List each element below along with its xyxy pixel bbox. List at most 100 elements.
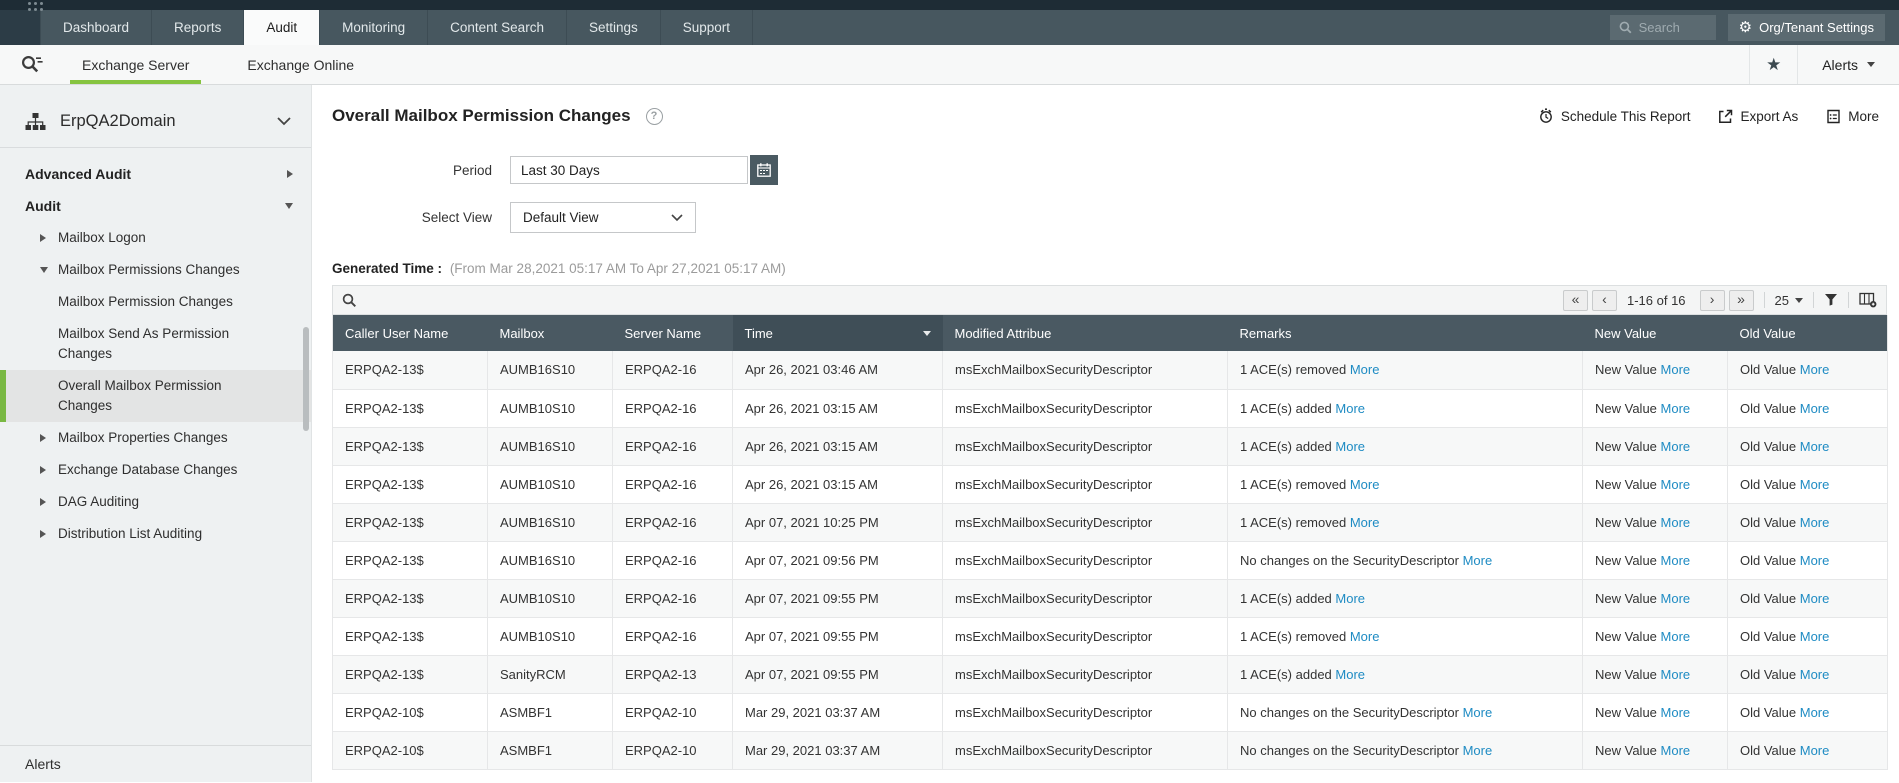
alerts-dropdown[interactable]: Alerts	[1797, 45, 1899, 84]
more-link[interactable]: More	[1800, 629, 1830, 644]
more-link[interactable]: More	[1661, 705, 1691, 720]
more-link[interactable]: More	[1800, 591, 1830, 606]
advanced-search-icon[interactable]	[20, 45, 44, 84]
column-header-modified-attribue[interactable]: Modified Attribue	[942, 315, 1228, 351]
more-link[interactable]: More	[1800, 401, 1830, 416]
more-link[interactable]: More	[1800, 705, 1830, 720]
more-link[interactable]: More	[1800, 439, 1830, 454]
apps-waffle-icon[interactable]	[28, 2, 46, 14]
sidebar-item-audit[interactable]: Audit	[0, 190, 311, 222]
cell-caller-user-name: ERPQA2-10$	[332, 731, 488, 770]
nav-tab-dashboard[interactable]: Dashboard	[40, 10, 153, 45]
tree-expand-icon[interactable]	[40, 460, 58, 480]
sidebar-item-dag-auditing[interactable]: DAG Auditing	[0, 486, 311, 518]
column-header-server-name[interactable]: Server Name	[612, 315, 733, 351]
global-search-input[interactable]: Search	[1609, 15, 1716, 40]
cell-time: Apr 07, 2021 09:55 PM	[732, 617, 943, 656]
tree-expand-icon[interactable]	[40, 228, 58, 248]
first-page-button[interactable]: «	[1562, 289, 1588, 311]
filter-button[interactable]	[1824, 293, 1838, 307]
nav-tab-settings[interactable]: Settings	[567, 10, 661, 45]
tree-expand-icon[interactable]	[40, 524, 58, 544]
sidebar-scrollbar[interactable]	[303, 327, 309, 431]
nav-tab-support[interactable]: Support	[661, 10, 754, 45]
nav-tab-reports[interactable]: Reports	[152, 10, 245, 45]
column-chooser-button[interactable]	[1859, 292, 1877, 308]
more-link[interactable]: More	[1800, 553, 1830, 568]
more-link[interactable]: More	[1800, 667, 1830, 682]
more-label: More	[1848, 108, 1879, 124]
column-header-old-value[interactable]: Old Value	[1727, 315, 1888, 351]
schedule-report-button[interactable]: Schedule This Report	[1538, 108, 1690, 124]
sidebar-item-advanced-audit[interactable]: Advanced Audit	[0, 158, 311, 190]
more-link[interactable]: More	[1335, 667, 1365, 682]
more-link[interactable]: More	[1661, 743, 1691, 758]
cell-caller-user-name: ERPQA2-13$	[332, 541, 488, 580]
more-link[interactable]: More	[1350, 629, 1380, 644]
subnav-tab-exchange-server[interactable]: Exchange Server	[69, 45, 202, 84]
view-select[interactable]: Default View	[510, 202, 696, 233]
more-link[interactable]: More	[1661, 629, 1691, 644]
more-link[interactable]: More	[1463, 553, 1493, 568]
cell-time: Mar 29, 2021 03:37 AM	[732, 731, 943, 770]
column-header-mailbox[interactable]: Mailbox	[487, 315, 613, 351]
nav-tab-monitoring[interactable]: Monitoring	[320, 10, 429, 45]
more-link[interactable]: More	[1350, 515, 1380, 530]
sidebar-item-mailbox-logon[interactable]: Mailbox Logon	[0, 222, 311, 254]
sidebar-item-mailbox-send-as-permission-changes[interactable]: Mailbox Send As Permission Changes	[0, 318, 311, 370]
more-link[interactable]: More	[1661, 362, 1691, 377]
primary-navbar: Dashboard Reports Audit Monitoring Content S…	[0, 10, 1899, 45]
more-button[interactable]: More	[1826, 109, 1879, 124]
calendar-button[interactable]	[750, 155, 778, 185]
more-link[interactable]: More	[1335, 401, 1365, 416]
more-link[interactable]: More	[1661, 667, 1691, 682]
more-link[interactable]: More	[1800, 477, 1830, 492]
column-header-remarks[interactable]: Remarks	[1227, 315, 1583, 351]
nav-tab-content-search[interactable]: Content Search	[428, 10, 567, 45]
table-search-icon[interactable]	[342, 293, 357, 308]
sidebar-item-mailbox-properties-changes[interactable]: Mailbox Properties Changes	[0, 422, 311, 454]
more-link[interactable]: More	[1800, 362, 1830, 377]
nav-tab-audit[interactable]: Audit	[244, 10, 321, 45]
more-link[interactable]: More	[1463, 705, 1493, 720]
app-window: Dashboard Reports Audit Monitoring Content S…	[0, 0, 1899, 782]
more-link[interactable]: More	[1335, 591, 1365, 606]
org-tenant-settings-button[interactable]: ⚙ Org/Tenant Settings	[1727, 14, 1885, 41]
period-input[interactable]	[510, 156, 748, 184]
more-link[interactable]: More	[1661, 553, 1691, 568]
tree-expand-icon[interactable]	[40, 428, 58, 448]
sidebar-item-distribution-list-auditing[interactable]: Distribution List Auditing	[0, 518, 311, 550]
more-link[interactable]: More	[1661, 477, 1691, 492]
more-link[interactable]: More	[1800, 515, 1830, 530]
column-header-time[interactable]: Time	[732, 315, 943, 351]
more-link[interactable]: More	[1350, 362, 1380, 377]
next-page-button[interactable]: ›	[1699, 289, 1725, 311]
tree-collapse-icon[interactable]	[40, 260, 58, 280]
more-link[interactable]: More	[1661, 439, 1691, 454]
domain-selector[interactable]: ErpQA2Domain	[0, 95, 311, 148]
more-link[interactable]: More	[1463, 743, 1493, 758]
sidebar-item-mailbox-permissions-changes[interactable]: Mailbox Permissions Changes	[0, 254, 311, 286]
favorite-star-icon[interactable]: ★	[1749, 45, 1797, 84]
subnav-tab-exchange-online[interactable]: Exchange Online	[243, 45, 358, 84]
column-header-new-value[interactable]: New Value	[1582, 315, 1728, 351]
page-size-select[interactable]: 25	[1775, 293, 1803, 308]
export-as-button[interactable]: Export As	[1718, 109, 1798, 124]
sidebar-item-overall-mailbox-permission-changes[interactable]: Overall Mailbox Permission Changes	[0, 370, 311, 422]
column-header-caller-user-name[interactable]: Caller User Name	[332, 315, 488, 351]
more-link[interactable]: More	[1350, 477, 1380, 492]
prev-page-button[interactable]: ‹	[1591, 289, 1617, 311]
sidebar-item-exchange-database-changes[interactable]: Exchange Database Changes	[0, 454, 311, 486]
help-icon[interactable]: ?	[645, 107, 663, 125]
more-link[interactable]: More	[1661, 515, 1691, 530]
more-link[interactable]: More	[1335, 439, 1365, 454]
more-link[interactable]: More	[1661, 401, 1691, 416]
more-link[interactable]: More	[1661, 591, 1691, 606]
cell-server-name: ERPQA2-16	[612, 579, 733, 618]
sidebar-item-mailbox-permission-changes[interactable]: Mailbox Permission Changes	[0, 286, 311, 318]
sidebar-item-alerts[interactable]: Alerts	[0, 745, 311, 782]
more-link[interactable]: More	[1800, 743, 1830, 758]
last-page-button[interactable]: »	[1728, 289, 1754, 311]
sidebar-item-label: DAG Auditing	[58, 494, 140, 509]
tree-expand-icon[interactable]	[40, 492, 58, 512]
